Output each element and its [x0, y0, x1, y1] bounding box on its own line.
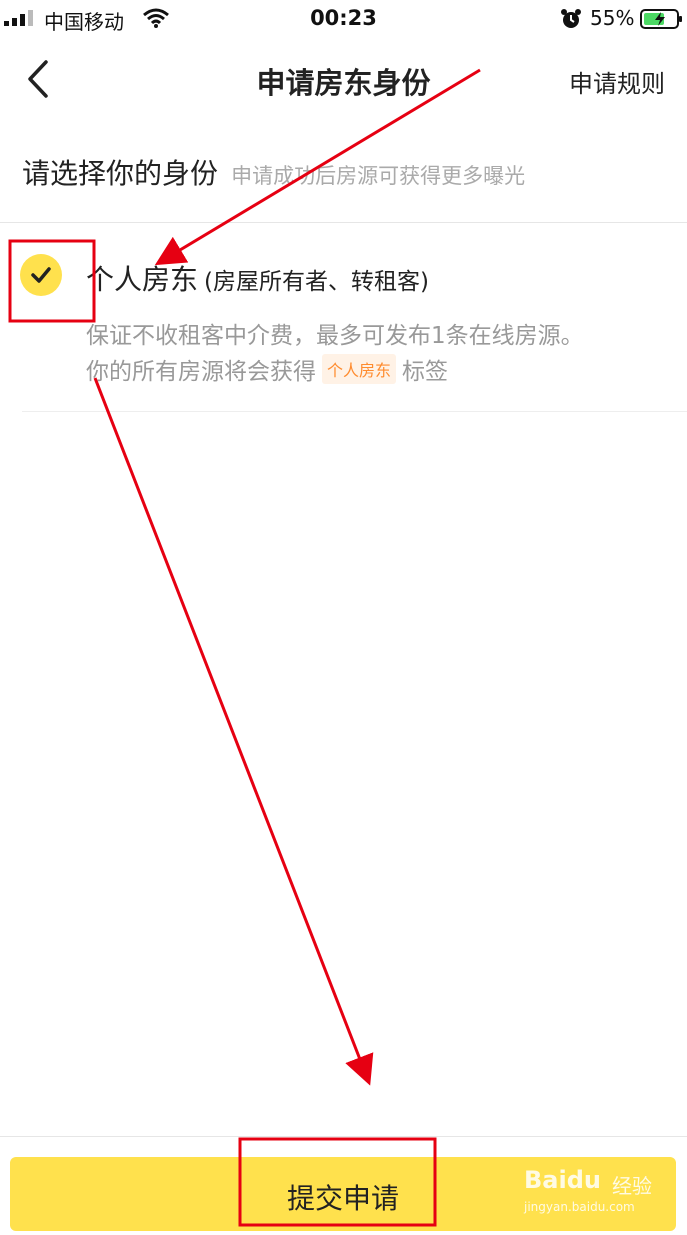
section-subtitle: 申请成功后房源可获得更多曝光 — [231, 164, 526, 188]
rules-link[interactable]: 申请规则 — [569, 64, 665, 99]
battery-percent: 55% — [590, 6, 635, 30]
option-title-detail: (房屋所有者、转租客) — [204, 269, 429, 295]
battery-charging-icon — [640, 9, 682, 29]
submit-application-button[interactable]: 提交申请 — [10, 1157, 676, 1231]
annotation-arrow-to-submit — [93, 377, 374, 1086]
selected-check-icon[interactable] — [20, 254, 62, 296]
submit-button-label: 提交申请 — [286, 1182, 399, 1215]
option-title-main: 个人房东 — [86, 263, 199, 296]
divider — [22, 411, 687, 412]
divider — [0, 222, 687, 223]
personal-landlord-tag: 个人房东 — [322, 354, 397, 384]
option-title: 个人房东 (房屋所有者、转租客) — [86, 258, 429, 298]
identity-option-personal-landlord[interactable]: 个人房东 (房屋所有者、转租客) 保证不收租客中介费，最多可发布1条在线房源。 你… — [0, 224, 687, 412]
option-description-tag-line: 你的所有房源将会获得 个人房东 标签 — [86, 352, 448, 386]
status-bar: 中国移动 00:23 55% — [0, 0, 687, 40]
alarm-icon — [561, 9, 581, 28]
nav-bar: 申请房东身份 申请规则 — [0, 40, 687, 120]
section-title: 请选择你的身份 — [22, 157, 219, 190]
tag-line-prefix: 你的所有房源将会获得 — [86, 359, 316, 385]
status-time: 00:23 — [310, 6, 377, 30]
tag-line-suffix: 标签 — [402, 359, 449, 385]
option-description: 保证不收租客中介费，最多可发布1条在线房源。 — [86, 323, 584, 349]
divider — [0, 1136, 687, 1137]
section-header: 请选择你的身份 申请成功后房源可获得更多曝光 — [22, 152, 525, 192]
